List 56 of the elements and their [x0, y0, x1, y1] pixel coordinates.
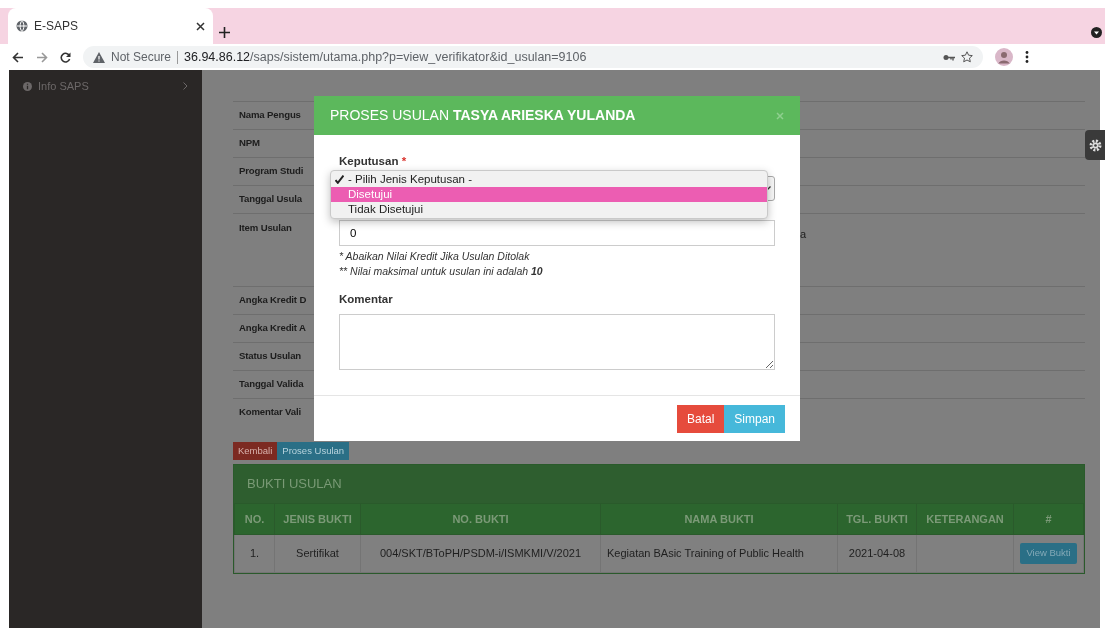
back-arrow-icon[interactable] [12, 51, 24, 63]
dropdown-option[interactable]: - Pilih Jenis Keputusan - [331, 172, 767, 187]
required-mark: * [401, 155, 407, 167]
gear-icon[interactable] [1088, 138, 1102, 152]
column-header: NAMA BUKTI [600, 503, 838, 535]
detail-value: a [800, 227, 806, 242]
table-cell: 1. [234, 534, 275, 572]
chevron-right-icon [183, 82, 188, 91]
column-header: KETERANGAN [916, 503, 1014, 535]
dropdown-circle-icon[interactable] [1091, 27, 1102, 38]
reload-icon[interactable] [60, 51, 71, 63]
column-header: TGL. BUKTI [837, 503, 917, 535]
table-cell: Kegiatan BAsic Training of Public Health [600, 534, 838, 572]
new-tab-icon[interactable] [219, 27, 230, 38]
detail-label: Komentar Vali [239, 405, 303, 420]
security-label[interactable]: Not Secure [111, 48, 172, 66]
panel-title: BUKTI USULAN [246, 475, 343, 494]
action-button[interactable]: Proses Usulan [277, 442, 350, 461]
settings-tab[interactable] [1085, 130, 1105, 160]
column-header: NO. BUKTI [360, 503, 601, 535]
avatar-icon[interactable] [995, 48, 1013, 66]
table-cell: 2021-04-08 [837, 534, 917, 572]
detail-label: Angka Kredit D [239, 293, 308, 308]
hint-text: * Abaikan Nilai Kredit Jika Usulan Ditolak [339, 249, 531, 264]
key-icon[interactable] [943, 53, 955, 61]
table-cell: Sertifikat [274, 534, 361, 572]
table-cell: 004/SKT/BToPH/PSDM-i/ISMKMI/V/2021 [360, 534, 601, 572]
sidebar-item[interactable]: Info SAPS [9, 70, 202, 103]
detail-label: Item Usulan [239, 221, 293, 235]
column-header: NO. [234, 503, 275, 535]
detail-label: Angka Kredit A [239, 321, 307, 336]
forward-arrow-icon[interactable] [36, 51, 48, 63]
action-button[interactable]: Kembali [233, 442, 278, 461]
detail-label: NPM [239, 136, 261, 151]
modal-title: PROSES USULAN TASYA ARIESKA YULANDA [330, 106, 637, 125]
menu-icon[interactable] [1025, 51, 1029, 63]
close-icon[interactable] [196, 21, 205, 31]
warning-icon [93, 51, 105, 63]
detail-label: Status Usulan [239, 349, 303, 364]
info-icon [23, 81, 32, 91]
dropdown-option[interactable]: Tidak Disetujui [331, 202, 767, 217]
field-label: Komentar [339, 291, 394, 307]
globe-icon [16, 20, 28, 32]
star-icon[interactable] [961, 51, 973, 63]
dropdown-option[interactable]: Disetujui [331, 187, 767, 202]
field-label: Keputusan [339, 155, 399, 167]
detail-label: Nama Pengus [239, 108, 302, 123]
credit-input[interactable]: 0 [339, 220, 775, 247]
detail-label: Tanggal Valida [239, 377, 305, 392]
hint-text: ** Nilai maksimal untuk usulan ini adalah 10 [339, 263, 544, 279]
detail-label: Tanggal Usula [239, 192, 303, 207]
column-header: # [1013, 503, 1084, 535]
modal-button[interactable]: Batal [676, 404, 725, 433]
url-text[interactable]: 36.94.86.12/saps/sistem/utama.php?p=view_verifikator&id_usulan=9106 [184, 47, 587, 67]
detail-label: Program Studi [239, 164, 305, 179]
column-header: JENIS BUKTI [274, 503, 361, 535]
